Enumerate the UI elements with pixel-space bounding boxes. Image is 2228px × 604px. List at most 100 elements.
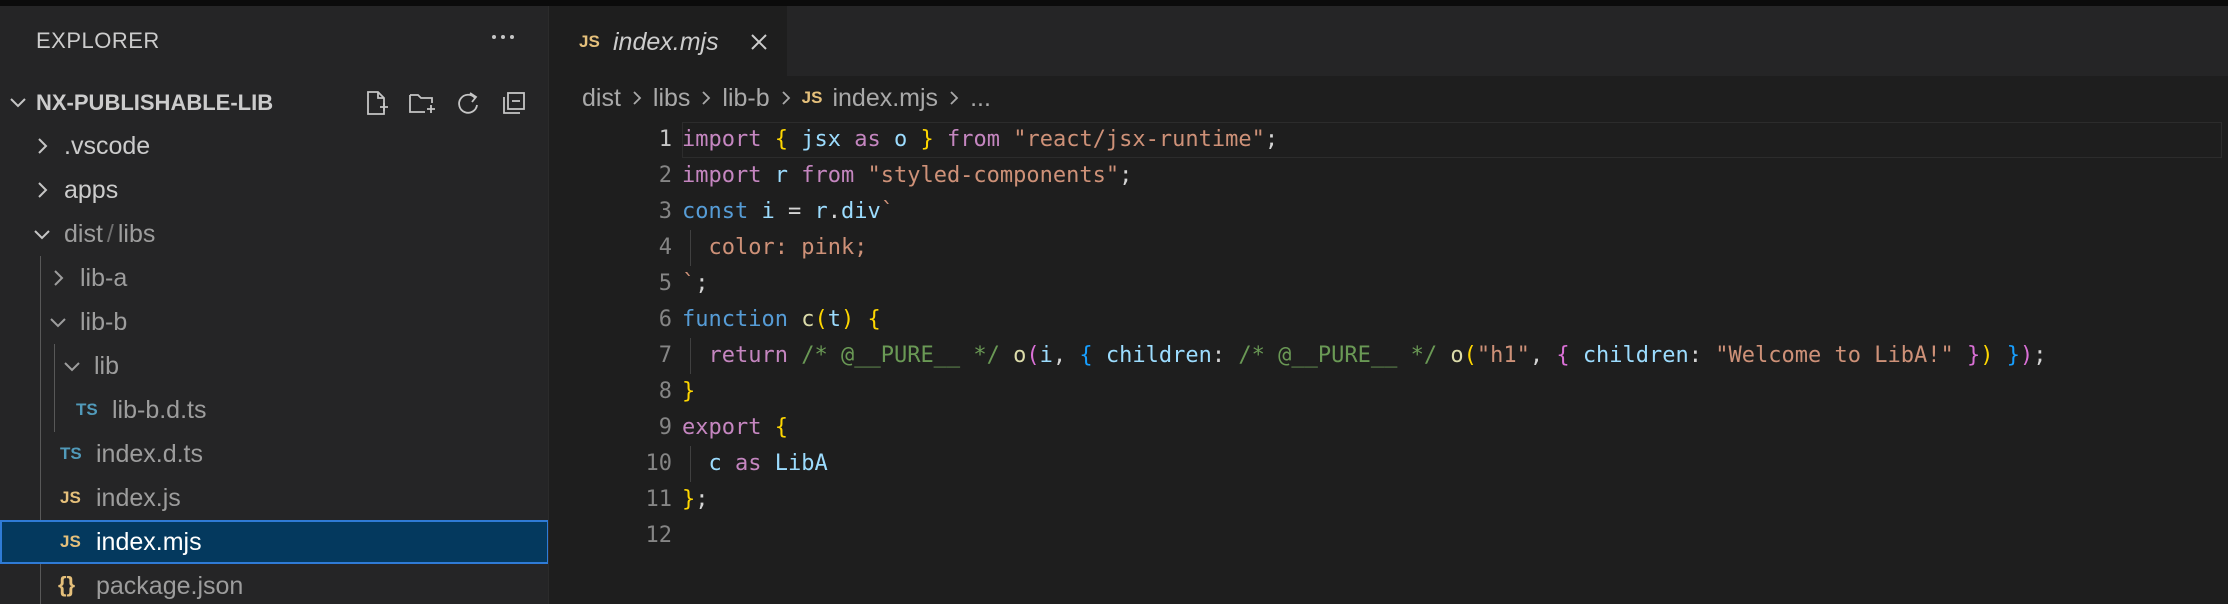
tree-item-label: lib-b [80, 308, 128, 336]
code-token: o [1450, 343, 1464, 368]
tree-item-apps[interactable]: apps [0, 168, 548, 212]
code-token: . [827, 199, 841, 224]
code-token: div [840, 199, 881, 224]
breadcrumb-item-file[interactable]: index.mjs [832, 84, 938, 113]
project-folder-header[interactable]: NX-PUBLISHABLE-LIB [0, 80, 548, 124]
code-line[interactable] [682, 518, 2222, 554]
tree-item-lib[interactable]: lib [0, 344, 548, 388]
code-line[interactable]: export { [682, 410, 2222, 446]
chevron-right-icon [633, 91, 642, 105]
new-folder-icon[interactable] [406, 87, 438, 119]
chevron-down-icon [50, 318, 66, 328]
tree-item-label: dist / libs [64, 220, 155, 249]
line-number: 8 [658, 379, 672, 404]
code-line[interactable]: } [682, 374, 2222, 410]
code-line[interactable]: import r from "styled-components"; [682, 158, 2222, 194]
tree-item-label: lib-a [80, 264, 128, 292]
code-line[interactable]: c as LibA [682, 446, 2222, 482]
code-token: "h1" [1476, 343, 1530, 368]
line-number: 1 [658, 127, 672, 152]
line-number: 6 [658, 307, 672, 332]
tree-item-label: lib-b.d.ts [112, 396, 207, 424]
code-token: children [1582, 343, 1689, 368]
tree-item-index-mjs[interactable]: JS index.mjs [0, 520, 548, 564]
javascript-file-icon: JS [60, 532, 81, 551]
indent-guide [690, 338, 691, 374]
tree-item-lib-a[interactable]: lib-a [0, 256, 548, 300]
tree-item-index-js[interactable]: JS index.js [0, 476, 548, 520]
code-line[interactable]: return /* @__PURE__ */ o(i, { children: … [682, 338, 2222, 374]
code-token: "Welcome to LibA!" [1715, 343, 1954, 368]
code-line[interactable]: }; [682, 482, 2222, 518]
line-number: 2 [658, 163, 672, 188]
more-actions-icon[interactable] [488, 24, 518, 50]
typescript-file-icon: TS [76, 400, 98, 419]
tree-item-package-json[interactable]: {} package.json [0, 564, 548, 604]
code-token: } [682, 487, 696, 512]
tree-item-lib-b[interactable]: lib-b [0, 300, 548, 344]
collapse-all-icon[interactable] [498, 87, 530, 119]
line-number: 12 [645, 523, 673, 548]
code-token: o [1013, 343, 1027, 368]
code-line[interactable]: import { jsx as o } from "react/jsx-runt… [682, 122, 2222, 158]
code-token: { [1079, 343, 1093, 368]
code-line[interactable]: const i = r.div` [682, 194, 2222, 230]
line-number: 5 [658, 271, 672, 296]
breadcrumb-item-symbols[interactable]: ... [970, 84, 991, 113]
code-token: , [1052, 343, 1080, 368]
line-number: 7 [658, 343, 672, 368]
chevron-right-icon [702, 91, 711, 105]
indent-guide [54, 388, 55, 432]
code-token: { [774, 415, 788, 440]
code-line[interactable]: color: pink; [682, 230, 2222, 266]
explorer-sidebar: EXPLORER NX-PUBLISHABLE-LIB .vscode apps [0, 6, 549, 604]
tab-index-mjs[interactable]: JS index.mjs [549, 6, 787, 76]
tree-item-index-dts[interactable]: TS index.d.ts [0, 432, 548, 476]
javascript-file-icon: JS [579, 32, 600, 51]
tree-item-vscode[interactable]: .vscode [0, 124, 548, 168]
project-name: NX-PUBLISHABLE-LIB [36, 90, 274, 115]
tree-item-dist-libs[interactable]: dist / libs [0, 212, 548, 256]
code-token: import [682, 163, 762, 188]
editor-tab-bar: JS index.mjs [549, 6, 2228, 76]
chevron-right-icon [38, 138, 48, 154]
code-editor[interactable]: import { jsx as o } from "react/jsx-runt… [682, 122, 2222, 554]
indent-guide [690, 446, 691, 482]
code-token: function [682, 307, 788, 332]
indent-guide [40, 300, 41, 344]
code-token: } [682, 379, 696, 404]
code-token: { [774, 127, 788, 152]
indent-guide [40, 256, 41, 300]
code-token: "react/jsx-runtime" [1013, 127, 1265, 152]
tree-item-lib-b-dts[interactable]: TS lib-b.d.ts [0, 388, 548, 432]
code-token: as [735, 451, 762, 476]
close-icon[interactable] [747, 30, 771, 54]
new-file-icon[interactable] [360, 87, 392, 119]
tree-item-label: index.d.ts [96, 440, 204, 468]
path-separator: / [106, 220, 114, 248]
chevron-down-icon [64, 362, 80, 372]
breadcrumb-item-libs[interactable]: libs [653, 84, 691, 113]
code-token: i [761, 199, 775, 224]
refresh-icon[interactable] [452, 87, 484, 119]
code-token: ( [1026, 343, 1040, 368]
breadcrumb-item-dist[interactable]: dist [582, 84, 621, 113]
code-line[interactable]: function c(t) { [682, 302, 2222, 338]
breadcrumb-item-lib-b[interactable]: lib-b [722, 84, 769, 113]
code-line[interactable]: `; [682, 266, 2222, 302]
code-token: { [1556, 343, 1570, 368]
indent-guide [40, 564, 41, 604]
